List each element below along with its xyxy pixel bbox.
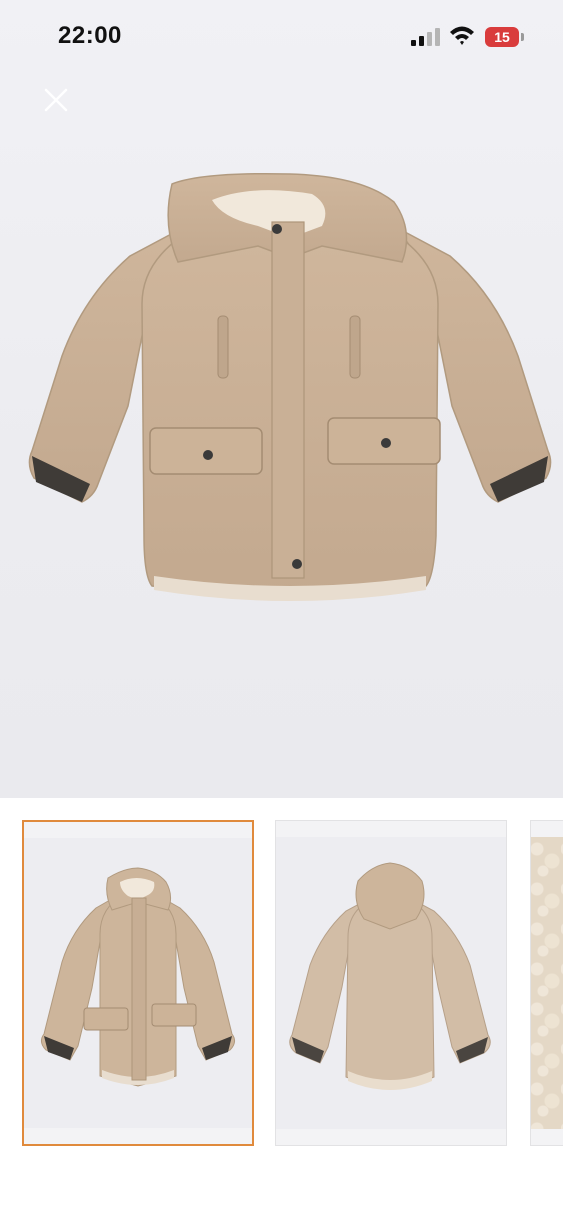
close-button[interactable] [40,84,72,116]
status-bar: 22:00 15 [0,0,563,78]
thumbnail-jacket-back[interactable] [275,820,507,1146]
thumbnail-image-area [24,838,252,1128]
battery-icon: 15 [485,27,519,47]
fleece-lining-thumbnail [531,837,563,1129]
jacket-front-thumbnail [40,867,236,1087]
battery-level: 15 [494,29,510,45]
battery-tip [521,33,524,41]
thumbnail-fleece-lining[interactable] [530,820,563,1146]
thumbnail-strip[interactable] [0,798,563,1219]
wifi-icon [450,26,474,45]
thumbnail-jacket-front[interactable] [22,820,254,1146]
jacket-back-thumbnail [289,862,491,1090]
status-time: 22:00 [58,22,122,49]
signal-icon [411,28,440,46]
thumbnail-image-area [276,837,506,1129]
jacket-front-image[interactable] [22,166,558,616]
product-image-viewer[interactable] [0,0,563,798]
close-icon [44,88,68,112]
